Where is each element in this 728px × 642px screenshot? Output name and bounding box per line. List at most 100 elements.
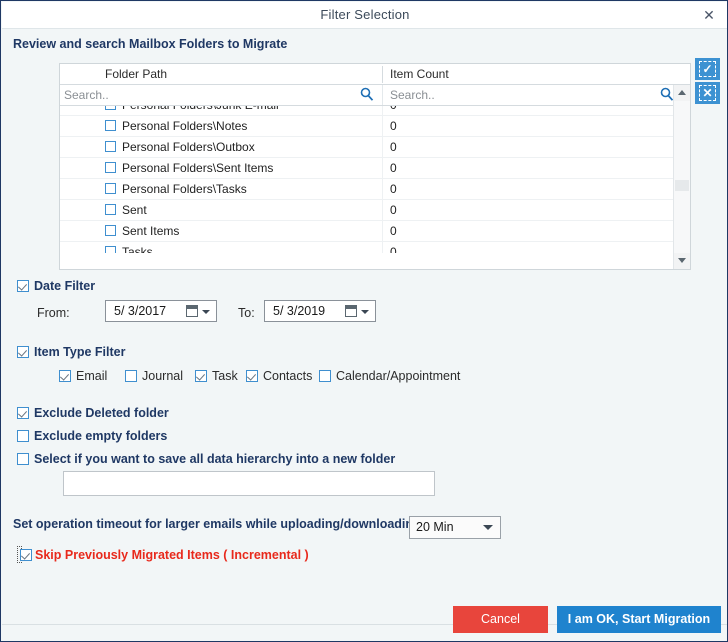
skip-previously-migrated-option[interactable]: Skip Previously Migrated Items ( Increme… [17, 546, 309, 563]
option-label: Journal [142, 369, 183, 383]
cell-divider [382, 200, 383, 220]
folder-path-cell: Personal Folders\Tasks [122, 182, 247, 196]
row-checkbox[interactable] [105, 120, 116, 131]
clear-all-button[interactable]: ✕ [695, 82, 720, 104]
folder-path-cell: Personal Folders\Junk E-mail [122, 106, 279, 112]
chevron-down-icon[interactable] [202, 310, 210, 314]
search-icon[interactable] [660, 87, 674, 102]
date-filter-checkbox[interactable] [17, 280, 29, 292]
date-from-field[interactable]: 5/ 3/2017 [105, 300, 217, 322]
start-migration-button[interactable]: I am OK, Start Migration [557, 606, 721, 633]
folder-path-cell: Tasks [122, 245, 153, 253]
table-row[interactable]: Personal Folders\Outbox 0 [60, 137, 673, 158]
exclude-empty-folders-checkbox[interactable] [17, 430, 29, 442]
option-label: Email [76, 369, 108, 383]
item-type-filter-checkbox[interactable] [17, 346, 29, 358]
search-icon[interactable] [360, 87, 374, 102]
cell-divider [382, 221, 383, 241]
check-icon: ✓ [702, 62, 713, 76]
checkbox[interactable] [59, 370, 71, 382]
row-checkbox[interactable] [105, 204, 116, 215]
checkbox[interactable] [246, 370, 258, 382]
date-from-label: From: [37, 306, 70, 320]
cell-divider [382, 137, 383, 157]
calendar-icon[interactable] [345, 305, 357, 317]
scrollbar-thumb[interactable] [675, 180, 689, 191]
option-label: Contacts [263, 369, 313, 383]
exclude-empty-folders-label: Exclude empty folders [34, 429, 168, 443]
select-all-button[interactable]: ✓ [695, 58, 720, 80]
cell-divider [382, 116, 383, 136]
table-row[interactable]: Personal Folders\Junk E-mail 0 [60, 106, 673, 116]
cell-divider [382, 242, 383, 253]
table-row[interactable]: Tasks 0 [60, 242, 673, 253]
cell-divider [382, 179, 383, 199]
search-input-folder-path[interactable]: Search.. [64, 88, 109, 102]
folder-path-cell: Personal Folders\Outbox [122, 140, 255, 154]
close-icon[interactable]: ✕ [696, 5, 722, 26]
calendar-icon[interactable] [186, 305, 198, 317]
cancel-button[interactable]: Cancel [453, 606, 548, 633]
clear-all-icon: ✕ [699, 85, 716, 101]
column-header-item-count[interactable]: Item Count [390, 67, 449, 81]
column-header-folder-path[interactable]: Folder Path [105, 67, 167, 81]
row-checkbox[interactable] [105, 141, 116, 152]
checkbox[interactable] [125, 370, 137, 382]
table-row[interactable]: Sent Items 0 [60, 221, 673, 242]
skip-previously-migrated-label: Skip Previously Migrated Items ( Increme… [35, 548, 309, 562]
item-count-cell: 0 [390, 245, 397, 253]
table-row[interactable]: Personal Folders\Notes 0 [60, 116, 673, 137]
column-divider [382, 66, 383, 83]
item-count-cell: 0 [390, 140, 397, 154]
chevron-down-icon [483, 525, 493, 530]
item-count-cell: 0 [390, 182, 397, 196]
section-heading: Review and search Mailbox Folders to Mig… [13, 37, 288, 51]
table-row[interactable]: Personal Folders\Tasks 0 [60, 179, 673, 200]
row-checkbox[interactable] [105, 106, 116, 110]
filter-selection-dialog: Filter Selection ✕ Review and search Mai… [0, 0, 728, 642]
date-from-value: 5/ 3/2017 [114, 304, 167, 318]
folder-path-cell: Sent Items [122, 224, 180, 238]
table-row[interactable]: Sent 0 [60, 200, 673, 221]
folder-path-cell: Sent [122, 203, 147, 217]
grid-rows-viewport: Personal Folders\Junk E-mail0Personal Fo… [60, 106, 673, 253]
chevron-down-icon[interactable] [361, 310, 369, 314]
title-bar: Filter Selection ✕ [2, 2, 727, 29]
window-title: Filter Selection [320, 7, 410, 22]
cell-divider [382, 158, 383, 178]
search-divider [382, 85, 383, 105]
date-to-field[interactable]: 5/ 3/2019 [264, 300, 376, 322]
save-hierarchy-checkbox[interactable] [17, 453, 29, 465]
row-checkbox[interactable] [105, 162, 116, 173]
item-count-cell: 0 [390, 161, 397, 175]
grid-header: Folder Path Item Count [60, 64, 690, 85]
folder-path-cell: Personal Folders\Sent Items [122, 161, 274, 175]
row-checkbox[interactable] [105, 183, 116, 194]
save-hierarchy-label: Select if you want to save all data hier… [34, 452, 396, 466]
select-all-icon: ✓ [699, 61, 716, 77]
grid-selection-tools: ✓ ✕ [695, 58, 720, 104]
checkbox[interactable] [319, 370, 331, 382]
grid-rows: Personal Folders\Junk E-mail0Personal Fo… [60, 106, 673, 253]
date-to-label: To: [238, 306, 255, 320]
search-input-item-count[interactable]: Search.. [390, 88, 435, 102]
timeout-select[interactable]: 20 Min [409, 516, 501, 539]
scroll-up-arrow-icon[interactable] [674, 85, 690, 101]
timeout-label: Set operation timeout for larger emails … [13, 517, 421, 531]
folder-grid: Folder Path Item Count Search.. Search..… [59, 63, 691, 270]
folder-path-cell: Personal Folders\Notes [122, 119, 248, 133]
table-row[interactable]: Personal Folders\Sent Items 0 [60, 158, 673, 179]
item-count-cell: 0 [390, 119, 397, 133]
checkbox[interactable] [195, 370, 207, 382]
item-count-cell: 0 [390, 203, 397, 217]
row-checkbox[interactable] [105, 225, 116, 236]
cross-icon: ✕ [702, 86, 713, 100]
item-type-filter-label: Item Type Filter [34, 345, 126, 359]
skip-previously-migrated-checkbox[interactable] [20, 549, 32, 561]
exclude-deleted-folder-checkbox[interactable] [17, 407, 29, 419]
row-checkbox[interactable] [105, 246, 116, 253]
grid-vertical-scrollbar[interactable] [673, 85, 690, 269]
hierarchy-folder-input[interactable] [63, 471, 435, 496]
scroll-down-arrow-icon[interactable] [674, 253, 690, 269]
item-count-cell: 0 [390, 106, 397, 112]
